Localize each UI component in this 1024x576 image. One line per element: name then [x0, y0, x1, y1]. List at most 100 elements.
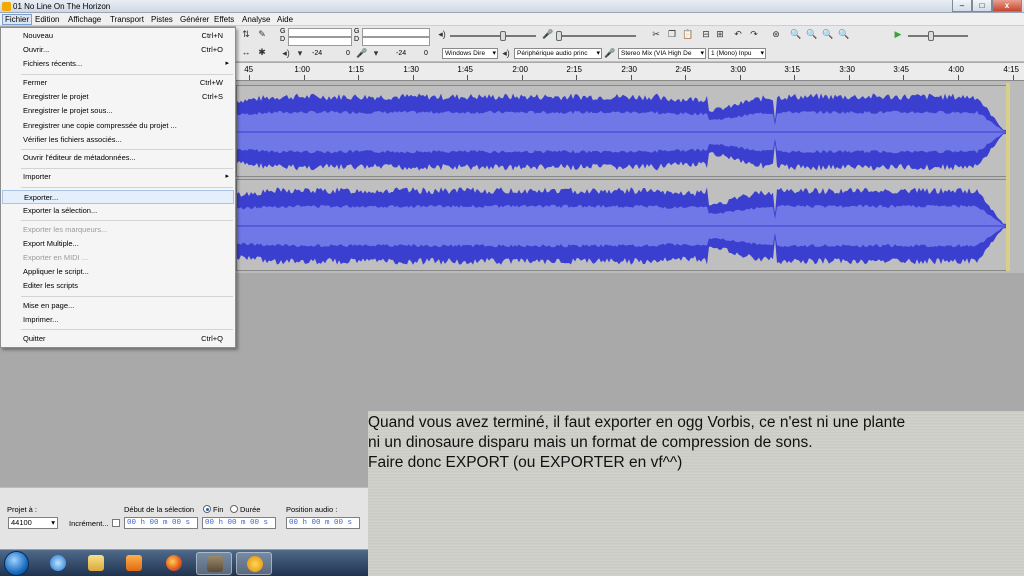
menu-item-editer-scripts[interactable]: Editer les scripts: [2, 279, 234, 293]
menu-item-exporter[interactable]: Exporter...: [2, 190, 234, 204]
mic-dropdown-icon[interactable]: ▾: [370, 47, 382, 59]
audio-position-label: Position audio :: [286, 505, 338, 514]
caption-line-3: Faire donc EXPORT (ou EXPORTER en vf^^): [368, 454, 683, 471]
timeshift-tool-icon[interactable]: ↔: [240, 46, 252, 58]
trim-icon[interactable]: ⊟: [700, 28, 712, 40]
maximize-button[interactable]: □: [972, 0, 992, 12]
windows-start-orb-icon[interactable]: [4, 551, 29, 576]
menu-edition[interactable]: Edition: [33, 14, 61, 25]
menu-analyse[interactable]: Analyse: [240, 14, 272, 25]
taskbar-gimp[interactable]: [196, 552, 232, 575]
menu-affichage[interactable]: Affichage: [66, 14, 103, 25]
ruler-tick-label: 1:30: [403, 65, 419, 74]
audio-host-select[interactable]: Windows Dire: [442, 48, 498, 59]
track-area[interactable]: [236, 81, 1024, 273]
selection-end-field[interactable]: 00 h 00 m 00 s: [202, 517, 276, 529]
menu-aide[interactable]: Aide: [275, 14, 295, 25]
menu-item-imprimer[interactable]: Imprimer...: [2, 313, 234, 327]
duration-radio[interactable]: [230, 505, 238, 513]
close-button[interactable]: x: [992, 0, 1022, 12]
input-meter-right[interactable]: [362, 37, 430, 46]
menu-item-nouveau[interactable]: Nouveau Ctrl+N: [2, 29, 234, 43]
snap-checkbox[interactable]: [112, 519, 120, 527]
ruler-tick-label: 3:00: [730, 65, 746, 74]
minimize-button[interactable]: –: [952, 0, 972, 12]
output-device-icon: ◂): [502, 48, 510, 58]
caption-line-1: Quand vous avez terminé, il faut exporte…: [368, 414, 906, 431]
sync-lock-icon[interactable]: ⊛: [770, 28, 782, 40]
menu-transport[interactable]: Transport: [108, 14, 146, 25]
menu-separator: [21, 187, 233, 188]
zoom-out-icon[interactable]: 🔍: [806, 28, 818, 40]
folder-icon: [88, 555, 104, 571]
draw-tool-icon[interactable]: ✎: [256, 28, 268, 40]
output-meter-left[interactable]: [288, 28, 352, 37]
timeline-ruler[interactable]: 45 1:00 1:15 1:30 1:45 2:00 2:15 2:30 2:45 3:00 3:…: [236, 63, 1024, 81]
waveform-channel-left[interactable]: [236, 85, 1008, 177]
menu-item-importer[interactable]: Importer ▸: [2, 170, 234, 184]
menu-separator: [21, 329, 233, 330]
copy-icon[interactable]: ❐: [666, 28, 678, 40]
ruler-tick-mark: [849, 75, 850, 80]
input-channels-select[interactable]: 1 (Mono) Inpu: [708, 48, 766, 59]
menu-item-enregistrer-projet[interactable]: Enregistrer le projet Ctrl+S: [2, 90, 234, 104]
menu-item-exporter-selection[interactable]: Exporter la sélection...: [2, 204, 234, 218]
fit-project-icon[interactable]: 🔍: [838, 28, 850, 40]
silence-icon[interactable]: ⊞: [714, 28, 726, 40]
undo-icon[interactable]: ↶: [732, 28, 744, 40]
input-volume-slider[interactable]: [556, 31, 636, 41]
file-menu-dropdown: Nouveau Ctrl+N Ouvrir... Ctrl+O Fichiers r…: [0, 27, 236, 348]
paste-icon[interactable]: 📋: [682, 28, 694, 40]
menu-item-fichiers-recents[interactable]: Fichiers récents... ▸: [2, 57, 234, 71]
caption-panel: Quand vous avez terminé, il faut exporte…: [368, 411, 1024, 576]
cut-icon[interactable]: ✂: [650, 28, 662, 40]
fit-selection-icon[interactable]: 🔍: [822, 28, 834, 40]
zoom-tool-icon[interactable]: ⇅: [240, 28, 252, 40]
menu-bar: Fichier Edition Affichage Transport Pist…: [0, 13, 1024, 26]
output-volume-slider[interactable]: [450, 31, 536, 41]
menu-item-ouvrir[interactable]: Ouvrir... Ctrl+O: [2, 43, 234, 57]
ruler-tick-label: 2:15: [566, 65, 582, 74]
menu-item-mise-en-page[interactable]: Mise en page...: [2, 299, 234, 313]
taskbar: [0, 549, 370, 576]
output-meter-right[interactable]: [288, 37, 352, 46]
submenu-arrow-icon: ▸: [225, 60, 229, 67]
menu-effets[interactable]: Effets: [212, 14, 236, 25]
menu-item-verifier-fichiers[interactable]: Vérifier les fichiers associés...: [2, 133, 234, 147]
ruler-tick-mark: [576, 75, 577, 80]
multi-tool-icon[interactable]: ✱: [256, 46, 268, 58]
taskbar-media-player[interactable]: [116, 552, 152, 575]
play-speed-slider[interactable]: [908, 31, 968, 41]
end-radio[interactable]: [203, 505, 211, 513]
taskbar-audacity[interactable]: [236, 552, 272, 575]
meter-dropdown-icon[interactable]: ▾: [294, 47, 306, 59]
audio-position-field[interactable]: 00 h 00 m 00 s: [286, 517, 360, 529]
menu-item-export-multiple[interactable]: Export Multiple...: [2, 237, 234, 251]
play-at-speed-icon[interactable]: ▶: [892, 28, 904, 40]
menu-item-enregistrer-copie-compressee[interactable]: Enregistrer une copie compressée du proj…: [2, 119, 234, 133]
ruler-tick-label: 3:45: [893, 65, 909, 74]
zoom-in-icon[interactable]: 🔍: [790, 28, 802, 40]
redo-icon[interactable]: ↷: [748, 28, 760, 40]
menu-item-fermer[interactable]: Fermer Ctrl+W: [2, 76, 234, 90]
menu-pistes[interactable]: Pistes: [149, 14, 175, 25]
project-rate-select[interactable]: 44100 ▾: [8, 517, 58, 529]
menu-item-enregistrer-sous[interactable]: Enregistrer le projet sous...: [2, 104, 234, 118]
waveform-channel-right[interactable]: [236, 179, 1008, 271]
menu-item-appliquer-script[interactable]: Appliquer le script...: [2, 265, 234, 279]
menu-item-quitter[interactable]: Quitter Ctrl+Q: [2, 332, 234, 346]
taskbar-explorer[interactable]: [78, 552, 114, 575]
taskbar-ie[interactable]: [40, 552, 76, 575]
menu-generer[interactable]: Générer: [178, 14, 211, 25]
speaker-icon[interactable]: ◂): [280, 47, 292, 59]
selection-start-field[interactable]: 00 h 00 m 00 s: [124, 517, 198, 529]
mic-icon[interactable]: 🎤: [356, 47, 368, 59]
input-device-select[interactable]: Stereo Mix (VIA High De: [618, 48, 706, 59]
caption-line-2: ni un dinosaure disparu mais un format d…: [368, 434, 813, 451]
menu-item-editeur-metadonnees[interactable]: Ouvrir l'éditeur de métadonnées...: [2, 151, 234, 165]
taskbar-firefox[interactable]: [156, 552, 192, 575]
menu-separator: [21, 168, 233, 169]
input-meter-left[interactable]: [362, 28, 430, 37]
output-device-select[interactable]: Périphérique audio princ: [514, 48, 602, 59]
menu-fichier[interactable]: Fichier: [2, 14, 33, 25]
